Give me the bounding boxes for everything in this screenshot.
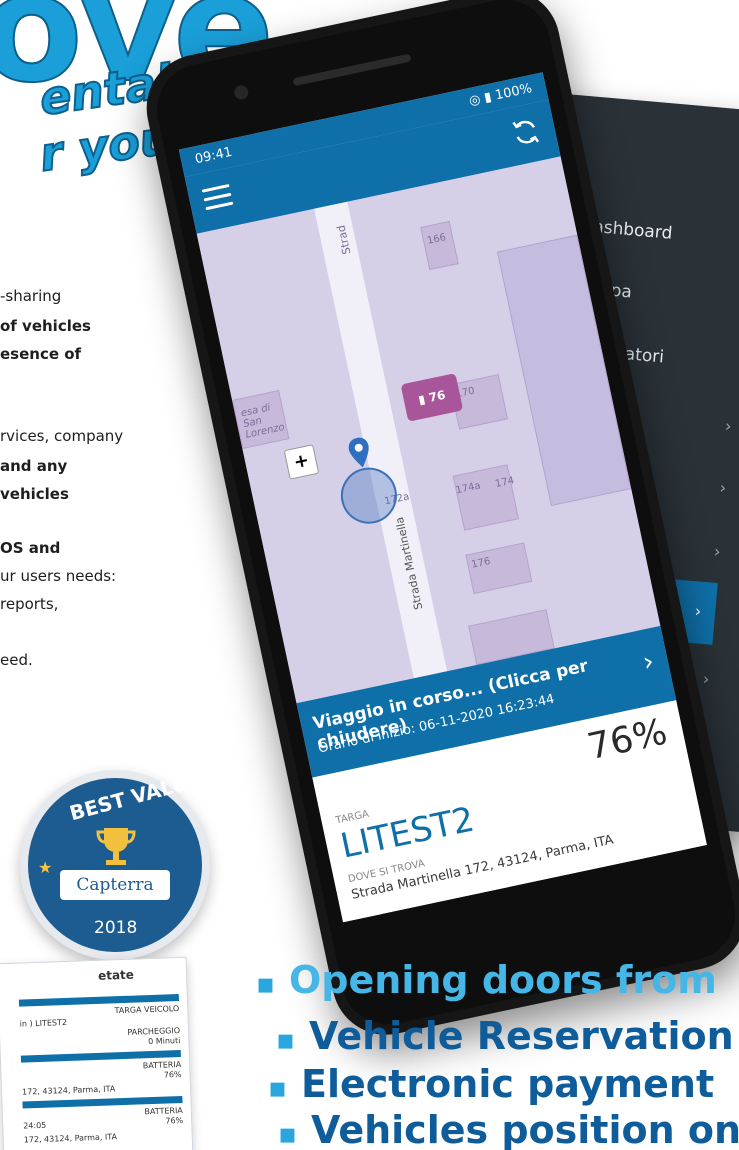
- feature-label: Opening doors from: [288, 958, 717, 1002]
- trophy-icon: [96, 828, 136, 865]
- vehicle-marker-battery: 76: [427, 387, 447, 405]
- left-text-8: ur users needs:: [0, 567, 117, 585]
- status-time: 09:41: [193, 144, 234, 168]
- feature-label: Vehicles position on: [310, 1108, 739, 1150]
- left-text-6: vehicles: [0, 485, 69, 503]
- chevron-right-icon: ›: [718, 477, 727, 497]
- chevron-right-icon: ›: [713, 541, 722, 561]
- bullet-icon: ▪: [268, 1071, 287, 1104]
- map-building: [452, 464, 520, 531]
- left-text-2: of vehicles: [0, 317, 91, 335]
- menu-icon[interactable]: [201, 183, 234, 211]
- receipt-row: 172, 43124, Parma, ITA: [23, 1132, 118, 1145]
- map-road: [314, 201, 448, 679]
- left-text-7: OS and: [0, 539, 61, 557]
- receipt-title: etate: [97, 967, 135, 983]
- vehicle-marker[interactable]: ▮ 76: [400, 373, 464, 422]
- vehicle-plate: LITEST2: [337, 799, 478, 867]
- chevron-right-icon: ›: [724, 415, 733, 436]
- left-text-1: -sharing: [0, 287, 62, 305]
- left-text-10: eed.: [0, 651, 33, 669]
- bullet-icon: ▪: [276, 1023, 295, 1056]
- location-icon: ◎ ▮: [467, 88, 498, 110]
- left-text-3: esence of: [0, 345, 82, 363]
- feature-label: Electronic payment: [300, 1062, 715, 1106]
- left-text-5: and any: [0, 457, 68, 475]
- promo-canvas: ove ental, r your -sharing of vehicles e…: [0, 0, 739, 1150]
- bullet-icon: ▪: [278, 1117, 297, 1150]
- badge-title: BEST VALU: [66, 770, 191, 826]
- trip-summary-card: etate TARGA VEICOLO in ) LITEST2 PARCHEG…: [0, 956, 194, 1150]
- receipt-row: 172, 43124, Parma, ITA: [21, 1084, 116, 1097]
- badge-year: 2018: [94, 918, 138, 938]
- bullet-icon: ▪: [256, 967, 275, 1000]
- battery-icon: ▮: [417, 392, 427, 408]
- zoom-in-button[interactable]: +: [283, 444, 320, 480]
- left-text-4: rvices, company: [0, 427, 124, 445]
- feature-label: Vehicle Reservation: [308, 1014, 734, 1058]
- left-text-9: reports,: [0, 595, 59, 613]
- chevron-right-icon: ›: [694, 601, 703, 621]
- star-icon: ★: [38, 858, 53, 877]
- status-battery-value: 100%: [493, 81, 534, 104]
- map-building: [420, 220, 459, 271]
- award-badge: BEST VALU ★ Capterra 2018: [20, 770, 210, 960]
- chevron-right-icon: ›: [702, 668, 711, 689]
- feature-item-reservation: ▪ Vehicle Reservation: [276, 1014, 734, 1058]
- badge-brand: Capterra: [60, 870, 170, 900]
- feature-item-doors: ▪ Opening doors from: [256, 958, 717, 1002]
- refresh-icon[interactable]: [508, 114, 544, 150]
- feature-item-position: ▪ Vehicles position on: [278, 1108, 739, 1150]
- battery-percent: 76%: [583, 711, 671, 769]
- feature-item-payment: ▪ Electronic payment: [268, 1062, 714, 1106]
